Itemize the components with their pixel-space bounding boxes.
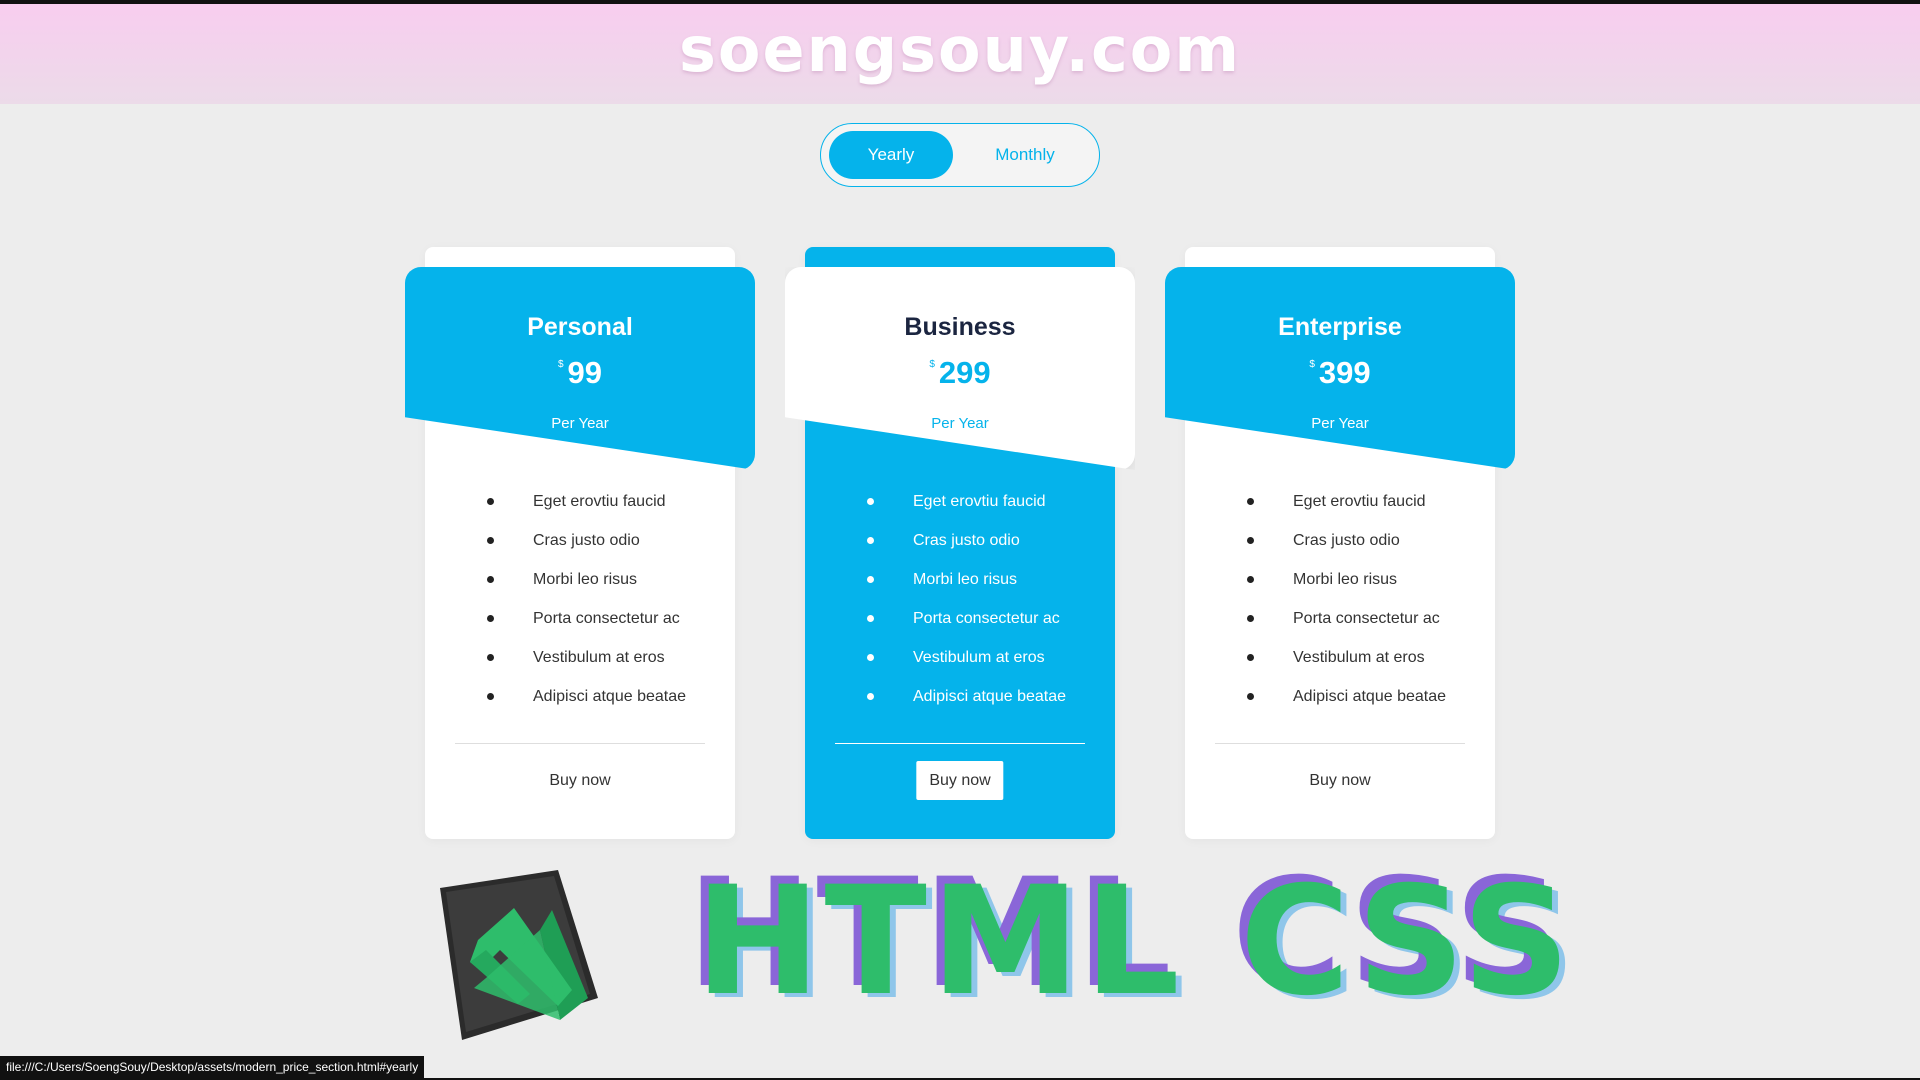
bullet-icon	[487, 615, 494, 622]
billing-period: Per Year	[931, 415, 989, 432]
card-header: Personal $ 99 Per Year	[405, 267, 755, 470]
pricing-card-enterprise: Enterprise $ 399 Per Year Eget erovtiu f…	[1165, 247, 1515, 839]
plan-name: Business	[904, 313, 1016, 341]
buy-now-button[interactable]: Buy now	[536, 761, 623, 800]
toggle-yearly-button[interactable]: Yearly	[829, 131, 953, 179]
card-divider	[455, 743, 705, 744]
bullet-icon	[867, 693, 874, 700]
card-divider	[1215, 743, 1465, 744]
buy-now-button[interactable]: Buy now	[1296, 761, 1383, 800]
bullet-icon	[867, 576, 874, 583]
card-header: Enterprise $ 399 Per Year	[1165, 267, 1515, 470]
feature-item: Porta consectetur ac	[425, 609, 735, 648]
feature-item: Adipisci atque beatae	[1185, 687, 1495, 726]
price: $ 399	[1165, 355, 1515, 391]
bullet-icon	[487, 537, 494, 544]
status-bar-url: file:///C:/Users/SoengSouy/Desktop/asset…	[0, 1056, 425, 1078]
feature-list: Eget erovtiu faucid Cras justo odio Morb…	[425, 492, 735, 726]
feature-item: Adipisci atque beatae	[425, 687, 735, 726]
html-css-branding: HTML CSS	[695, 855, 1575, 1029]
billing-period: Per Year	[551, 415, 609, 432]
currency-symbol: $	[557, 359, 564, 370]
pricing-card-business: Business $ 299 Per Year Eget erovtiu fau…	[785, 247, 1135, 839]
site-title: soengsouy.com	[679, 12, 1241, 86]
feature-list: Eget erovtiu faucid Cras justo odio Morb…	[1185, 492, 1495, 726]
plan-name: Enterprise	[1278, 313, 1402, 341]
site-banner: soengsouy.com	[0, 4, 1920, 104]
toggle-monthly-button[interactable]: Monthly	[963, 131, 1087, 179]
feature-item: Vestibulum at eros	[805, 648, 1115, 687]
feature-item: Eget erovtiu faucid	[425, 492, 735, 531]
bullet-icon	[867, 654, 874, 661]
feature-item: Eget erovtiu faucid	[1185, 492, 1495, 531]
feature-item: Cras justo odio	[805, 531, 1115, 570]
bullet-icon	[1247, 498, 1254, 505]
currency-symbol: $	[929, 359, 935, 370]
billing-period: Per Year	[1311, 415, 1369, 432]
bullet-icon	[487, 693, 494, 700]
feature-list: Eget erovtiu faucid Cras justo odio Morb…	[805, 492, 1115, 726]
price-amount: 399	[1318, 355, 1371, 390]
bullet-icon	[487, 498, 494, 505]
bullet-icon	[487, 576, 494, 583]
plan-name: Personal	[527, 313, 633, 341]
card-header: Business $ 299 Per Year	[785, 267, 1135, 470]
pricing-card-personal: Personal $ 99 Per Year Eget erovtiu fauc…	[405, 247, 755, 839]
feature-item: Eget erovtiu faucid	[805, 492, 1115, 531]
bullet-icon	[1247, 654, 1254, 661]
bullet-icon	[1247, 615, 1254, 622]
feature-item: Cras justo odio	[1185, 531, 1495, 570]
price-amount: 99	[567, 355, 603, 390]
feature-item: Morbi leo risus	[805, 570, 1115, 609]
billing-toggle[interactable]: Yearly Monthly	[820, 123, 1100, 187]
price: $ 299	[785, 355, 1135, 391]
bullet-icon	[1247, 576, 1254, 583]
card-divider	[835, 743, 1085, 744]
bullet-icon	[487, 654, 494, 661]
feature-item: Porta consectetur ac	[805, 609, 1115, 648]
feature-item: Morbi leo risus	[1185, 570, 1495, 609]
feature-item: Vestibulum at eros	[1185, 648, 1495, 687]
currency-symbol: $	[1309, 359, 1315, 370]
buy-now-button[interactable]: Buy now	[916, 761, 1004, 800]
feature-item: Cras justo odio	[425, 531, 735, 570]
price-amount: 299	[938, 355, 991, 390]
feature-item: Adipisci atque beatae	[805, 687, 1115, 726]
feature-item: Vestibulum at eros	[425, 648, 735, 687]
vscode-logo-icon	[440, 870, 598, 1040]
feature-item: Morbi leo risus	[425, 570, 735, 609]
price: $ 99	[405, 355, 755, 391]
feature-item: Porta consectetur ac	[1185, 609, 1495, 648]
bullet-icon	[867, 498, 874, 505]
bullet-icon	[867, 537, 874, 544]
bullet-icon	[867, 615, 874, 622]
bullet-icon	[1247, 693, 1254, 700]
bullet-icon	[1247, 537, 1254, 544]
